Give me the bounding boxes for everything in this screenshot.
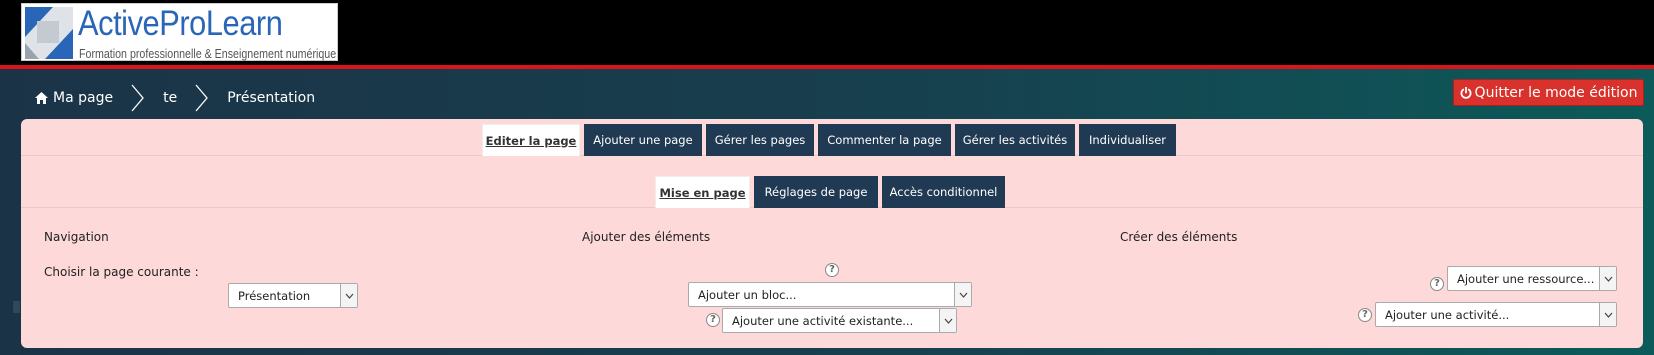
- create-elements-title: Créer des éléments: [1120, 230, 1238, 244]
- help-icon[interactable]: ?: [1430, 277, 1444, 291]
- add-existing-activity-value: Ajouter une activité existante...: [732, 313, 914, 328]
- chevron-down-icon: [1599, 267, 1616, 290]
- logo-subtitle: Formation professionnelle & Enseignement…: [79, 46, 337, 61]
- edit-panel: Editer la page Ajouter une page Gérer le…: [21, 119, 1643, 348]
- logo-mark-icon: [25, 7, 73, 59]
- add-activity-select[interactable]: Ajouter une activité...: [1375, 302, 1617, 327]
- primary-tabs: Editer la page Ajouter une page Gérer le…: [21, 124, 1643, 156]
- logo-title: ActiveProLearn: [78, 4, 283, 43]
- breadcrumb-separator-icon: [131, 84, 144, 112]
- breadcrumb-item-ma-page[interactable]: Ma page: [35, 90, 113, 106]
- tab-label: Gérer les pages: [714, 133, 806, 147]
- chevron-down-icon: [954, 283, 971, 306]
- chevron-down-icon: [1599, 303, 1616, 326]
- tab-ajouter-une-page[interactable]: Ajouter une page: [584, 124, 702, 156]
- current-page-select[interactable]: Présentation: [228, 283, 358, 308]
- site-header: ActiveProLearn Formation professionnelle…: [0, 0, 1654, 65]
- current-page-label: Choisir la page courante :: [44, 265, 199, 279]
- tab-label: Individualiser: [1089, 133, 1166, 147]
- add-block-value: Ajouter un bloc...: [698, 287, 797, 302]
- breadcrumb-separator-icon: [195, 84, 209, 112]
- breadcrumb-item-te[interactable]: te: [163, 90, 177, 106]
- navigation-title: Navigation: [44, 230, 109, 244]
- tab-label: Editer la page: [485, 133, 577, 148]
- breadcrumb-label: Présentation: [227, 90, 316, 106]
- add-existing-activity-select[interactable]: Ajouter une activité existante...: [722, 308, 957, 333]
- site-logo[interactable]: ActiveProLearn Formation professionnelle…: [21, 3, 338, 61]
- tab-label: Gérer les activités: [962, 133, 1068, 147]
- add-activity-value: Ajouter une activité...: [1385, 307, 1510, 322]
- help-icon[interactable]: ?: [706, 313, 720, 327]
- add-elements-title: Ajouter des éléments: [582, 230, 711, 244]
- add-resource-value: Ajouter une ressource...: [1457, 271, 1595, 286]
- current-page-value: Présentation: [238, 288, 311, 303]
- add-resource-select[interactable]: Ajouter une ressource...: [1447, 266, 1617, 291]
- tab-editer-la-page[interactable]: Editer la page: [482, 124, 580, 156]
- add-block-select[interactable]: Ajouter un bloc...: [688, 282, 972, 307]
- tab-label: Commenter la page: [827, 133, 942, 147]
- left-edge-marker: [13, 301, 20, 313]
- tab-mise-en-page[interactable]: Mise en page: [655, 176, 750, 208]
- tab-label: Ajouter une page: [593, 133, 693, 147]
- chevron-down-icon: [939, 309, 956, 332]
- breadcrumb-label: Ma page: [53, 90, 114, 106]
- breadcrumb-item-current: Présentation: [227, 90, 315, 106]
- tab-commenter-la-page[interactable]: Commenter la page: [818, 124, 951, 156]
- tab-acces-conditionnel[interactable]: Accès conditionnel: [882, 176, 1005, 208]
- help-icon[interactable]: ?: [825, 263, 839, 277]
- main-area: Ma page te Présentation Quitter le mode …: [0, 69, 1654, 355]
- home-icon: [35, 92, 48, 104]
- breadcrumb-label: te: [163, 90, 178, 106]
- tab-label: Réglages de page: [764, 185, 868, 199]
- chevron-down-icon: [340, 284, 357, 307]
- quit-edit-mode-button[interactable]: Quitter le mode édition: [1453, 79, 1644, 106]
- tab-label: Accès conditionnel: [889, 185, 998, 199]
- quit-edit-mode-label: Quitter le mode édition: [1474, 84, 1638, 101]
- secondary-tabs: Mise en page Réglages de page Accès cond…: [21, 176, 1643, 208]
- tab-reglages-de-page[interactable]: Réglages de page: [754, 176, 878, 208]
- tab-individualiser[interactable]: Individualiser: [1079, 124, 1176, 156]
- tab-gerer-les-activites[interactable]: Gérer les activités: [955, 124, 1075, 156]
- help-icon[interactable]: ?: [1358, 308, 1372, 322]
- breadcrumb: Ma page te Présentation: [35, 83, 315, 113]
- tab-label: Mise en page: [659, 185, 746, 200]
- power-icon: [1460, 86, 1471, 99]
- tab-gerer-les-pages[interactable]: Gérer les pages: [706, 124, 814, 156]
